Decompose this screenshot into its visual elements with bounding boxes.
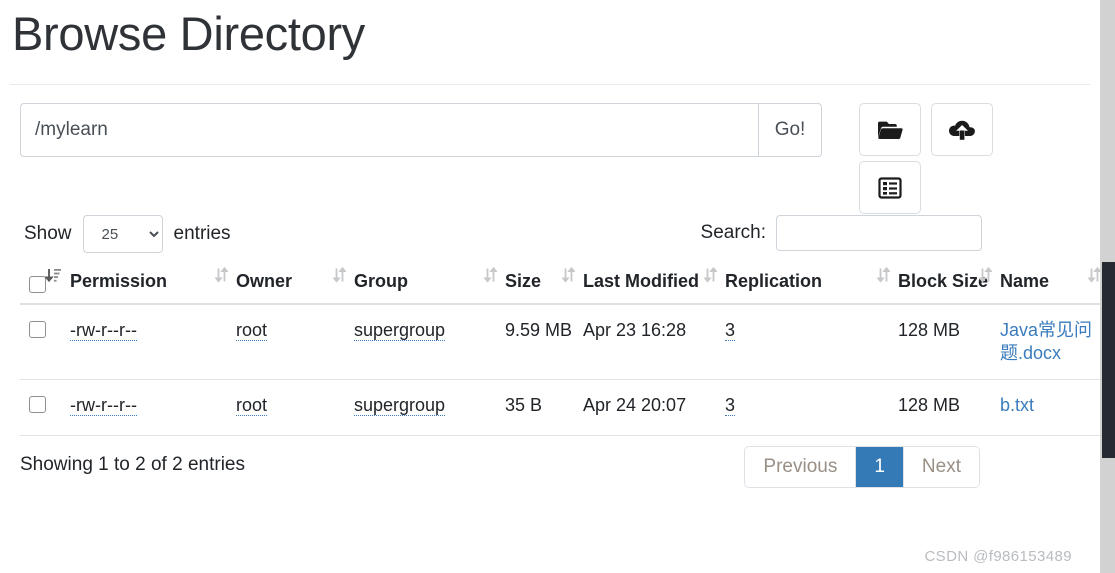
page-scrollbar[interactable] (1100, 0, 1115, 573)
file-name-link[interactable]: b.txt (1000, 395, 1034, 415)
search-control: Search: (700, 215, 982, 252)
cloud-upload-icon (949, 119, 976, 141)
sort-asc-icon[interactable] (44, 267, 62, 290)
group-value[interactable]: supergroup (354, 320, 446, 342)
select-all-checkbox[interactable] (29, 276, 46, 294)
cell-block-size: 128 MB (898, 379, 1000, 437)
directory-path-input[interactable] (20, 103, 758, 158)
pagination-page-1-button[interactable]: 1 (856, 447, 904, 488)
cell-size: 9.59 MB (505, 304, 583, 381)
sort-both-icon (483, 267, 498, 289)
cut-high-availability-button[interactable] (859, 161, 921, 215)
scrollbar-thumb[interactable] (1102, 262, 1115, 458)
column-header-select-all (20, 265, 70, 306)
search-input[interactable] (776, 215, 982, 252)
path-input-group: Go! (20, 103, 822, 158)
page-length-select[interactable]: 25 50 100 (82, 215, 163, 254)
column-label: Size (505, 271, 542, 292)
sort-both-icon (332, 267, 347, 289)
page-container: Browse Directory Go! (0, 0, 1100, 502)
sort-both-icon (978, 267, 993, 289)
cell-replication: 3 (725, 304, 898, 381)
page-title: Browse Directory (12, 7, 366, 60)
cell-name: Java常见问题.docx (1000, 304, 1100, 381)
table-row: -rw-r--r-- root supergroup 35 B Apr 24 2… (20, 379, 1100, 437)
column-header-block-size[interactable]: Block Size (898, 265, 1000, 306)
table-controls: Show 25 50 100 entries Search: (10, 215, 1090, 259)
path-bar-row: Go! (10, 103, 1090, 215)
group-value[interactable]: supergroup (354, 395, 446, 417)
row-select-cell (20, 304, 70, 381)
sort-both-icon (703, 267, 718, 289)
cell-block-size: 128 MB (898, 304, 1000, 381)
upload-files-button[interactable] (931, 103, 994, 157)
browse-directory-page: Browse Directory Go! (0, 0, 1100, 573)
cell-owner: root (236, 304, 354, 381)
table-footer: Showing 1 to 2 of 2 entries Previous 1 N… (10, 446, 1090, 502)
file-name-link[interactable]: Java常见问题.docx (1000, 320, 1092, 363)
show-label: Show (24, 223, 72, 245)
column-header-owner[interactable]: Owner (236, 265, 354, 306)
replication-value[interactable]: 3 (725, 320, 736, 342)
cell-owner: root (236, 379, 354, 437)
sort-both-icon (561, 267, 576, 289)
column-header-group[interactable]: Group (354, 265, 505, 306)
page-length-control: Show 25 50 100 entries (20, 215, 235, 254)
pagination-previous-button[interactable]: Previous (745, 447, 857, 488)
row-checkbox[interactable] (29, 321, 46, 339)
permission-value[interactable]: -rw-r--r-- (70, 320, 137, 342)
owner-value[interactable]: root (236, 395, 268, 417)
column-label: Last Modified (583, 271, 699, 292)
column-label: Owner (236, 271, 293, 292)
column-label: Name (1000, 271, 1050, 292)
column-header-name[interactable]: Name (1000, 265, 1100, 306)
column-label: Permission (70, 271, 168, 292)
cell-group: supergroup (354, 304, 505, 381)
column-label: Group (354, 271, 408, 292)
search-label: Search: (700, 222, 766, 244)
create-directory-button[interactable] (859, 103, 921, 157)
pagination-next-button[interactable]: Next (903, 447, 979, 488)
owner-value[interactable]: root (236, 320, 268, 342)
cell-permission: -rw-r--r-- (70, 304, 236, 381)
go-button[interactable]: Go! (758, 103, 822, 158)
file-listing-table: Permission Owner Group Size Last Modifie… (20, 265, 1100, 437)
table-row: -rw-r--r-- root supergroup 9.59 MB Apr 2… (20, 304, 1100, 381)
folder-open-icon (877, 119, 903, 141)
cell-last-modified: Apr 23 16:28 (583, 304, 725, 381)
column-label: Replication (725, 271, 823, 292)
cell-permission: -rw-r--r-- (70, 379, 236, 437)
table-head: Permission Owner Group Size Last Modifie… (20, 265, 1100, 306)
row-checkbox[interactable] (29, 396, 46, 414)
row-select-cell (20, 379, 70, 437)
cell-name: b.txt (1000, 379, 1100, 437)
sort-both-icon (1087, 267, 1100, 289)
column-label: Block Size (898, 271, 989, 292)
entries-label: entries (173, 223, 231, 245)
csdn-watermark: CSDN @f986153489 (924, 548, 1072, 565)
cell-last-modified: Apr 24 20:07 (583, 379, 725, 437)
replication-value[interactable]: 3 (725, 395, 736, 417)
column-header-size[interactable]: Size (505, 265, 583, 306)
column-header-permission[interactable]: Permission (70, 265, 236, 306)
path-action-buttons (859, 103, 1039, 215)
column-header-last-modified[interactable]: Last Modified (583, 265, 725, 306)
table-body: -rw-r--r-- root supergroup 9.59 MB Apr 2… (20, 304, 1100, 437)
sort-both-icon (876, 267, 891, 289)
title-divider (10, 84, 1090, 86)
cell-replication: 3 (725, 379, 898, 437)
sort-both-icon (214, 267, 229, 289)
cell-group: supergroup (354, 379, 505, 437)
showing-entries-info: Showing 1 to 2 of 2 entries (20, 454, 245, 476)
cell-size: 35 B (505, 379, 583, 437)
table-header-row: Permission Owner Group Size Last Modifie… (20, 265, 1100, 306)
list-alt-icon (878, 176, 902, 200)
permission-value[interactable]: -rw-r--r-- (70, 395, 137, 417)
pagination: Previous 1 Next (744, 446, 980, 489)
column-header-replication[interactable]: Replication (725, 265, 898, 306)
